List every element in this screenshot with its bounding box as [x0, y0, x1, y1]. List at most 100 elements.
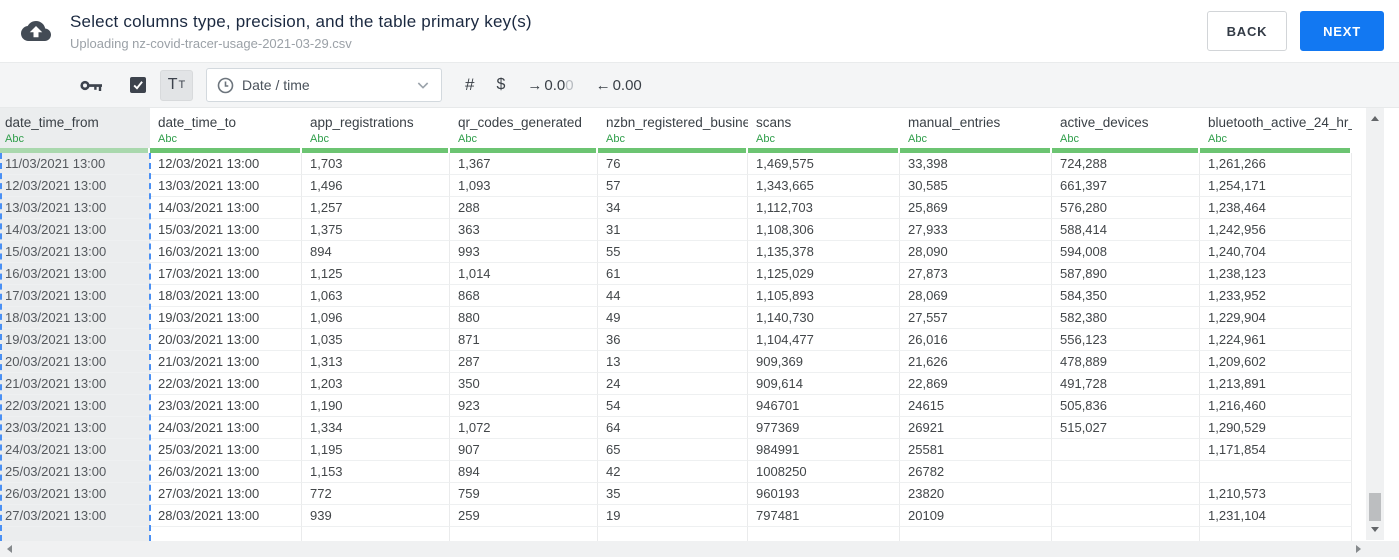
cell: 12/03/2021 13:00 — [150, 153, 302, 175]
dropdown-selected-value: Date / time — [242, 77, 310, 93]
cell: 1,125,029 — [748, 263, 900, 285]
cell — [1052, 505, 1200, 527]
column-header-date_time_from[interactable]: date_time_from Abc — [0, 108, 150, 148]
cell: 1,203 — [302, 373, 450, 395]
column-header-bluetooth_active_24_hr_[interactable]: bluetooth_active_24_hr_ Abc — [1200, 108, 1352, 148]
column-header-nzbn_registered_busine[interactable]: nzbn_registered_busine Abc — [598, 108, 748, 148]
cell: 23820 — [900, 483, 1052, 505]
vertical-scroll-thumb[interactable] — [1369, 493, 1381, 521]
text-type-label-small: T — [178, 79, 186, 91]
column-header-active_devices[interactable]: active_devices Abc — [1052, 108, 1200, 148]
cell: 28,090 — [900, 241, 1052, 263]
cell: 1,290,529 — [1200, 417, 1352, 439]
cell: 1,171,854 — [1200, 439, 1352, 461]
table-body: 11/03/2021 13:00 12/03/2021 13:00 1,703 1,3… — [0, 153, 1352, 541]
cell: 515,027 — [1052, 417, 1200, 439]
column-header-date_time_to[interactable]: date_time_to Abc — [150, 108, 302, 148]
cell: 26/03/2021 13:00 — [0, 483, 150, 505]
cell: 25/03/2021 13:00 — [150, 439, 302, 461]
cell: 909,369 — [748, 351, 900, 373]
cell: 27,873 — [900, 263, 1052, 285]
checkmark-icon — [133, 81, 143, 90]
currency-type-button[interactable]: $ — [496, 76, 505, 94]
table-row-11: 22/03/2021 13:00 23/03/2021 13:00 1,190 923… — [0, 395, 1352, 417]
next-button[interactable]: NEXT — [1300, 11, 1384, 51]
table-row-3: 14/03/2021 13:00 15/03/2021 13:00 1,375 363… — [0, 219, 1352, 241]
scroll-left-icon[interactable] — [7, 545, 12, 553]
cell: 12/03/2021 13:00 — [0, 175, 150, 197]
column-header-scans[interactable]: scans Abc — [748, 108, 900, 148]
cell: 584,350 — [1052, 285, 1200, 307]
cell: 1,469,575 — [748, 153, 900, 175]
cell — [450, 527, 598, 541]
decrease-decimal-button[interactable]: → 0.0 0 — [527, 77, 573, 94]
column-name: qr_codes_generated — [458, 115, 582, 130]
primary-key-icon[interactable] — [80, 78, 103, 93]
cell: 478,889 — [1052, 351, 1200, 373]
scroll-up-icon[interactable] — [1371, 116, 1379, 121]
cell: 42 — [598, 461, 748, 483]
cell: 1,375 — [302, 219, 450, 241]
decimal-main: 0.00 — [612, 76, 642, 94]
column-header-qr_codes_generated[interactable]: qr_codes_generated Abc — [450, 108, 598, 148]
cell: 20/03/2021 13:00 — [150, 329, 302, 351]
table-row-12: 23/03/2021 13:00 24/03/2021 13:00 1,334 1,0… — [0, 417, 1352, 439]
cell: 1,216,460 — [1200, 395, 1352, 417]
cell — [0, 527, 150, 541]
text-type-button[interactable]: TT — [160, 69, 193, 101]
vertical-scrollbar[interactable] — [1366, 108, 1384, 540]
cell: 25,869 — [900, 197, 1052, 219]
table-row-15: 26/03/2021 13:00 27/03/2021 13:00 772 759 35… — [0, 483, 1352, 505]
cell: 35 — [598, 483, 748, 505]
cell: 1,240,704 — [1200, 241, 1352, 263]
cell: 993 — [450, 241, 598, 263]
cell: 1,229,904 — [1200, 307, 1352, 329]
cell: 1,703 — [302, 153, 450, 175]
datetime-type-dropdown[interactable]: Date / time — [206, 68, 442, 102]
cell: 21,626 — [900, 351, 1052, 373]
column-header-manual_entries[interactable]: manual_entries Abc — [900, 108, 1052, 148]
cell: 1,224,961 — [1200, 329, 1352, 351]
cell: 1,261,266 — [1200, 153, 1352, 175]
cell: 13/03/2021 13:00 — [150, 175, 302, 197]
cell — [1052, 527, 1200, 541]
column-type-badge: Abc — [1208, 133, 1227, 145]
cell: 1,213,891 — [1200, 373, 1352, 395]
cell: 1,313 — [302, 351, 450, 373]
scroll-down-icon[interactable] — [1371, 527, 1379, 532]
cell — [1200, 461, 1352, 483]
cell: 23/03/2021 13:00 — [0, 417, 150, 439]
cloud-upload-icon — [21, 15, 53, 47]
clock-icon — [217, 77, 234, 94]
cell: 23/03/2021 13:00 — [150, 395, 302, 417]
cell: 661,397 — [1052, 175, 1200, 197]
table-row-14: 25/03/2021 13:00 26/03/2021 13:00 1,153 894… — [0, 461, 1352, 483]
cell: 22/03/2021 13:00 — [0, 395, 150, 417]
cell: 14/03/2021 13:00 — [150, 197, 302, 219]
cell: 1,233,952 — [1200, 285, 1352, 307]
increase-decimal-button[interactable]: ← 0.00 — [596, 77, 642, 94]
horizontal-scrollbar[interactable] — [0, 541, 1399, 557]
cell: 1,238,123 — [1200, 263, 1352, 285]
cell: 576,280 — [1052, 197, 1200, 219]
chevron-down-icon — [415, 77, 431, 93]
arrow-left-icon: ← — [595, 76, 611, 94]
cell: 21/03/2021 13:00 — [0, 373, 150, 395]
cell: 24615 — [900, 395, 1052, 417]
cell: 18/03/2021 13:00 — [0, 307, 150, 329]
back-button[interactable]: BACK — [1207, 11, 1287, 51]
column-header-app_registrations[interactable]: app_registrations Abc — [302, 108, 450, 148]
include-column-checkbox[interactable] — [130, 77, 146, 93]
cell: 31 — [598, 219, 748, 241]
cell: 797481 — [748, 505, 900, 527]
column-name: bluetooth_active_24_hr_ — [1208, 115, 1352, 130]
cell: 1,108,306 — [748, 219, 900, 241]
cell: 22/03/2021 13:00 — [150, 373, 302, 395]
scroll-right-icon[interactable] — [1356, 545, 1361, 553]
number-type-button[interactable]: # — [465, 75, 474, 95]
cell: 28/03/2021 13:00 — [150, 505, 302, 527]
cell: 17/03/2021 13:00 — [0, 285, 150, 307]
cell — [150, 527, 302, 541]
page-title: Select columns type, precision, and the … — [70, 11, 532, 31]
arrow-right-icon: → — [527, 76, 543, 94]
